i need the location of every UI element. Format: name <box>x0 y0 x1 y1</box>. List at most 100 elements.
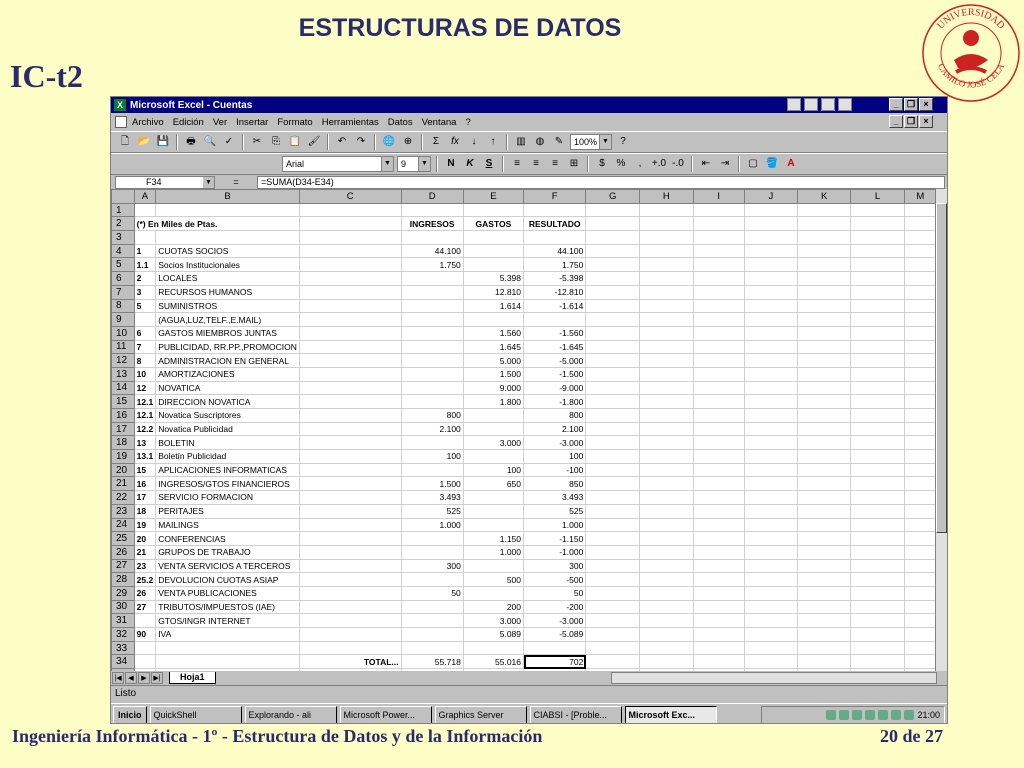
merge-center-icon[interactable]: ⊞ <box>566 156 582 172</box>
cell-d[interactable] <box>400 394 464 409</box>
cell-d[interactable]: 300 <box>400 558 464 574</box>
cell-c[interactable] <box>298 271 402 286</box>
menu-datos[interactable]: Datos <box>388 117 413 128</box>
cell-e[interactable]: 1.800 <box>462 394 525 409</box>
cell-empty[interactable] <box>639 312 694 327</box>
cell-empty[interactable] <box>692 216 745 232</box>
cell-empty[interactable] <box>639 503 694 519</box>
cell-e[interactable] <box>462 640 525 656</box>
cell-a[interactable]: 5 <box>133 298 157 314</box>
cell-a[interactable]: 19 <box>133 517 157 533</box>
cell-empty[interactable] <box>585 531 641 546</box>
start-button[interactable]: Inicio <box>113 705 147 723</box>
cell-c[interactable] <box>298 298 402 314</box>
taskbar-item[interactable]: Explorando - ali <box>244 705 337 723</box>
cell-a[interactable]: 18 <box>133 503 157 519</box>
document-icon[interactable] <box>115 116 127 128</box>
cell-empty[interactable] <box>743 613 798 628</box>
cell-b[interactable]: SUMINISTROS <box>155 298 300 314</box>
cell-empty[interactable] <box>850 339 905 355</box>
cell-d[interactable]: 100 <box>400 449 464 464</box>
cell-e[interactable]: 5.000 <box>462 353 525 368</box>
cell-e[interactable]: 1.645 <box>462 339 525 355</box>
cell-empty[interactable] <box>692 599 745 615</box>
cell-c[interactable] <box>298 202 402 218</box>
cell-e[interactable]: 1.500 <box>462 366 525 382</box>
taskbar-item[interactable]: Microsoft Power... <box>339 705 432 723</box>
window-titlebar[interactable]: X Microsoft Excel - Cuentas _ ❐ × <box>111 97 947 113</box>
cell-empty[interactable] <box>692 517 745 533</box>
cell-b[interactable]: BOLETIN <box>155 435 300 451</box>
cell-empty[interactable] <box>692 366 745 382</box>
cell-a[interactable] <box>133 654 157 670</box>
cell-empty[interactable] <box>639 613 694 628</box>
row-header[interactable]: 31 <box>111 613 135 628</box>
row-header[interactable]: 17 <box>111 421 135 437</box>
cell-d[interactable]: 800 <box>400 408 464 423</box>
font-color-icon[interactable]: A <box>783 156 799 172</box>
underline-icon[interactable]: S <box>481 156 497 172</box>
cell-empty[interactable] <box>903 503 937 519</box>
cell-b[interactable]: (AGUA,LUZ,TELF.,E.MAIL) <box>155 312 300 327</box>
cell-b[interactable]: DIRECCION NOVATICA <box>155 394 300 409</box>
cell-empty[interactable] <box>639 449 694 464</box>
cell-empty[interactable] <box>585 271 641 286</box>
cell-empty[interactable] <box>585 339 641 355</box>
cell-e[interactable] <box>462 243 525 259</box>
taskbar-item[interactable]: Graphics Server <box>434 705 527 723</box>
cell-empty[interactable] <box>850 257 905 273</box>
cell-a[interactable]: 7 <box>133 339 157 355</box>
office-shortcut-icon[interactable] <box>838 98 852 111</box>
cell-c[interactable] <box>298 517 402 533</box>
cell-empty[interactable] <box>639 544 694 560</box>
vertical-scrollbar[interactable] <box>935 189 947 671</box>
cell-c[interactable] <box>298 627 402 642</box>
cell-empty[interactable] <box>743 243 798 259</box>
cell-empty[interactable] <box>639 476 694 492</box>
cell-empty[interactable] <box>796 394 852 409</box>
cell-b[interactable]: PUBLICIDAD, RR.PP.,PROMOCION <box>155 339 300 355</box>
row-header[interactable]: 9 <box>111 312 135 327</box>
cell-empty[interactable] <box>796 476 852 492</box>
cell-empty[interactable] <box>903 366 937 382</box>
minimize-button[interactable]: _ <box>889 98 903 111</box>
align-center-icon[interactable]: ≡ <box>528 156 544 172</box>
italic-icon[interactable]: K <box>462 156 478 172</box>
cell-empty[interactable] <box>796 298 852 314</box>
cell-empty[interactable] <box>585 298 641 314</box>
cell-d[interactable]: 50 <box>400 585 464 601</box>
row-header[interactable]: 32 <box>111 627 135 642</box>
sort-asc-icon[interactable]: ↓ <box>466 134 482 150</box>
menu-herramientas[interactable]: Herramientas <box>322 117 379 128</box>
cell-empty[interactable] <box>585 476 641 492</box>
cell-f[interactable]: -3.000 <box>523 613 587 628</box>
menu-ventana[interactable]: Ventana <box>422 117 457 128</box>
row-header[interactable]: 8 <box>111 298 135 314</box>
redo-icon[interactable]: ↷ <box>353 134 369 150</box>
cell-d[interactable]: 2.100 <box>400 421 464 437</box>
cell-empty[interactable] <box>903 572 937 587</box>
cell-b[interactable]: ADMINISTRACION EN GENERAL <box>155 353 300 368</box>
cell-empty[interactable] <box>796 627 852 642</box>
cell-empty[interactable] <box>850 271 905 286</box>
cell-c[interactable] <box>298 585 402 601</box>
cell-d[interactable]: INGRESOS <box>400 216 464 232</box>
cell-empty[interactable] <box>692 531 745 546</box>
cell-a[interactable]: 13 <box>133 435 157 451</box>
cell-e[interactable]: 1.150 <box>462 531 525 546</box>
cell-c[interactable] <box>298 339 402 355</box>
cell-empty[interactable] <box>585 284 641 300</box>
cell-empty[interactable] <box>743 216 798 232</box>
cell-empty[interactable] <box>743 202 798 218</box>
cell-empty[interactable] <box>743 380 798 396</box>
cell-e[interactable]: 650 <box>462 476 525 492</box>
fill-color-icon[interactable]: 🪣 <box>764 156 780 172</box>
cell-empty[interactable] <box>903 599 937 615</box>
column-header[interactable]: C <box>298 189 402 204</box>
cell-f[interactable]: -1.645 <box>523 339 587 355</box>
tray-icon[interactable] <box>839 709 850 720</box>
cell-a[interactable] <box>133 230 157 245</box>
cell-empty[interactable] <box>585 572 641 587</box>
cell-empty[interactable] <box>743 476 798 492</box>
doc-restore-button[interactable]: ❐ <box>904 115 918 128</box>
